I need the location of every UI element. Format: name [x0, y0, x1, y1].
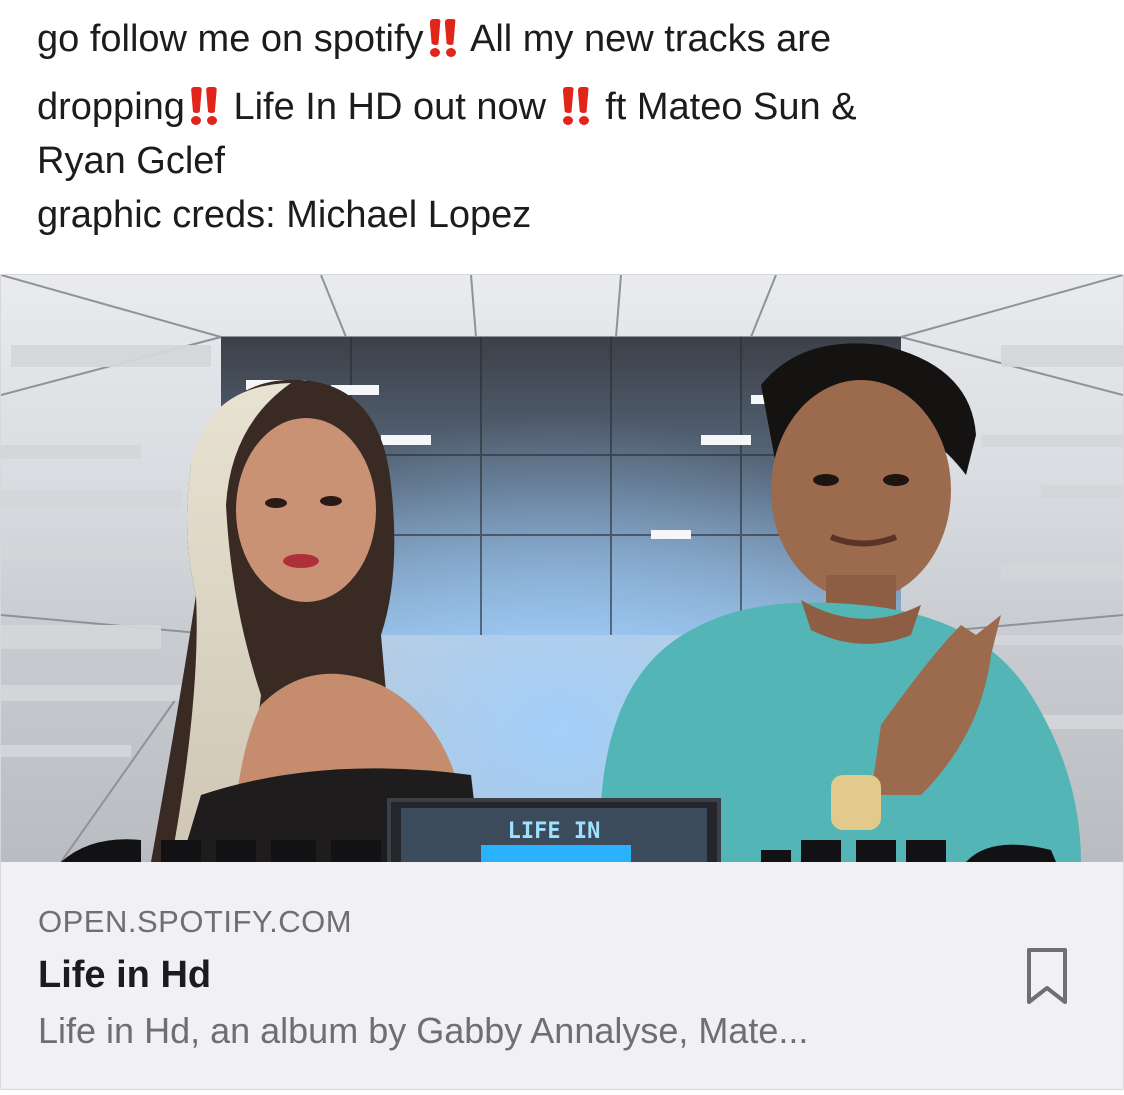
- double-exclamation-icon: [187, 85, 221, 125]
- post-text-segment: ft Mateo Sun &: [594, 86, 857, 128]
- album-cover-art: LIFE IN: [1, 275, 1123, 862]
- double-exclamation-icon: [559, 85, 593, 125]
- post-text-segment: Life In HD out now: [222, 86, 557, 128]
- post-line-3: Ryan Gclef: [37, 140, 225, 182]
- post-text-segment: All my new tracks are: [461, 18, 832, 60]
- link-title[interactable]: Life in Hd: [38, 954, 211, 997]
- link-preview-card[interactable]: LIFE IN OPEN.SPOTIFY.COM Life in Hd Life…: [0, 274, 1124, 1090]
- post-line-1: go follow me on spotify All my new track…: [37, 12, 1097, 66]
- post-text: go follow me on spotify All my new track…: [37, 12, 1097, 242]
- album-cover-image[interactable]: LIFE IN: [1, 275, 1123, 862]
- post-line-2: dropping Life In HD out now ft Mateo Sun…: [37, 80, 1097, 134]
- link-description: Life in Hd, an album by Gabby Annalyse, …: [38, 1010, 809, 1051]
- double-exclamation-icon: [426, 17, 460, 57]
- bookmark-icon[interactable]: [1025, 946, 1069, 1006]
- cover-logo-text: LIFE IN: [508, 819, 601, 844]
- post-text-segment: go follow me on spotify: [37, 18, 424, 60]
- post-line-4: graphic creds: Michael Lopez: [37, 194, 532, 236]
- link-domain: OPEN.SPOTIFY.COM: [38, 904, 353, 939]
- link-preview-info[interactable]: OPEN.SPOTIFY.COM Life in Hd Life in Hd, …: [1, 862, 1123, 1089]
- post-text-segment: dropping: [37, 86, 185, 128]
